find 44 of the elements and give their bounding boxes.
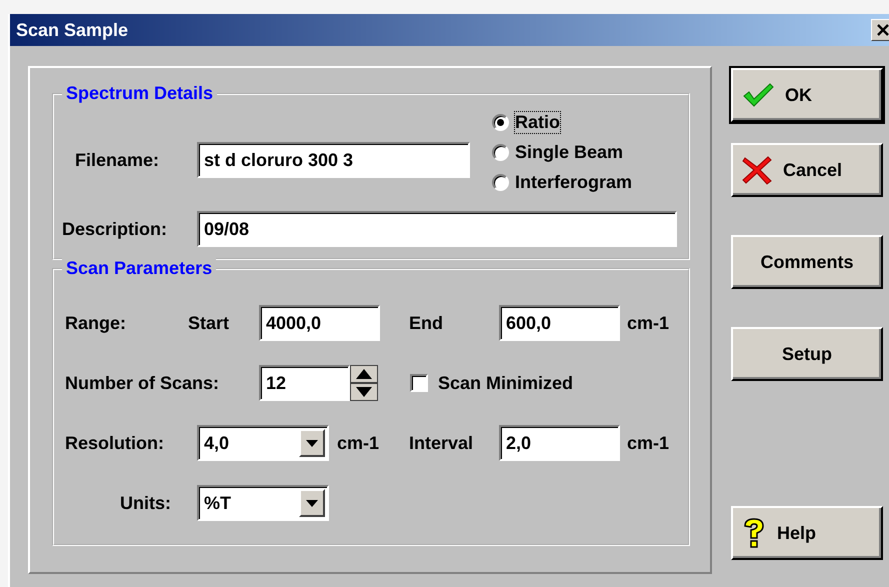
unit-label: cm-1	[627, 432, 670, 454]
end-field[interactable]: 600,0	[499, 305, 620, 341]
radio-label[interactable]: Ratio	[515, 112, 560, 132]
units-dropdown[interactable]: %T	[197, 485, 329, 521]
resolution-label: Resolution:	[65, 432, 165, 454]
number-of-scans-label: Number of Scans:	[65, 372, 220, 394]
dialog-button[interactable]: Help	[731, 506, 883, 560]
caret-icon	[306, 500, 318, 506]
dropdown-button[interactable]	[299, 429, 325, 457]
range-label: Range:	[65, 312, 128, 334]
radio-button[interactable]	[492, 174, 509, 190]
description-label: Description:	[62, 218, 168, 240]
end-label: End	[409, 312, 444, 334]
radio-label[interactable]: Interferogram	[515, 172, 632, 192]
radio-button[interactable]	[492, 114, 509, 130]
caret-icon	[306, 440, 318, 446]
interval-field[interactable]: 2,0	[499, 425, 620, 461]
filename-label: Filename:	[75, 150, 160, 170]
dialog-button[interactable]: Setup	[731, 327, 883, 381]
check-icon	[741, 81, 775, 109]
group-title: Spectrum Details	[62, 83, 218, 104]
window-title: Scan Sample	[16, 20, 128, 40]
close-icon	[877, 24, 889, 36]
start-field[interactable]: 4000,0	[259, 305, 380, 341]
checkbox-label[interactable]: Scan Minimized	[438, 372, 574, 394]
unit-label: cm-1	[627, 312, 670, 334]
interval-label: Interval	[409, 432, 474, 454]
dialog-button[interactable]: Cancel	[731, 143, 883, 197]
radio-button[interactable]	[492, 144, 509, 160]
description-field[interactable]: 09/08	[197, 211, 677, 247]
dialog-button[interactable]: OK	[731, 68, 883, 122]
close-button[interactable]	[871, 19, 889, 41]
unit-label: cm-1	[337, 432, 380, 454]
number-of-scans-field[interactable]: 12	[259, 365, 350, 401]
dropdown-button[interactable]	[299, 489, 325, 517]
radio-label[interactable]: Single Beam	[515, 142, 624, 162]
resolution-dropdown[interactable]: 4,0	[197, 425, 329, 461]
units-label: Units:	[120, 492, 172, 514]
spin-control[interactable]	[350, 365, 378, 401]
dialog-button[interactable]: Comments	[731, 235, 883, 289]
start-label: Start	[188, 312, 230, 334]
cross-icon	[741, 155, 773, 185]
filename-field[interactable]: st d cloruro 300 3	[197, 142, 470, 178]
checkbox[interactable]	[410, 374, 428, 392]
